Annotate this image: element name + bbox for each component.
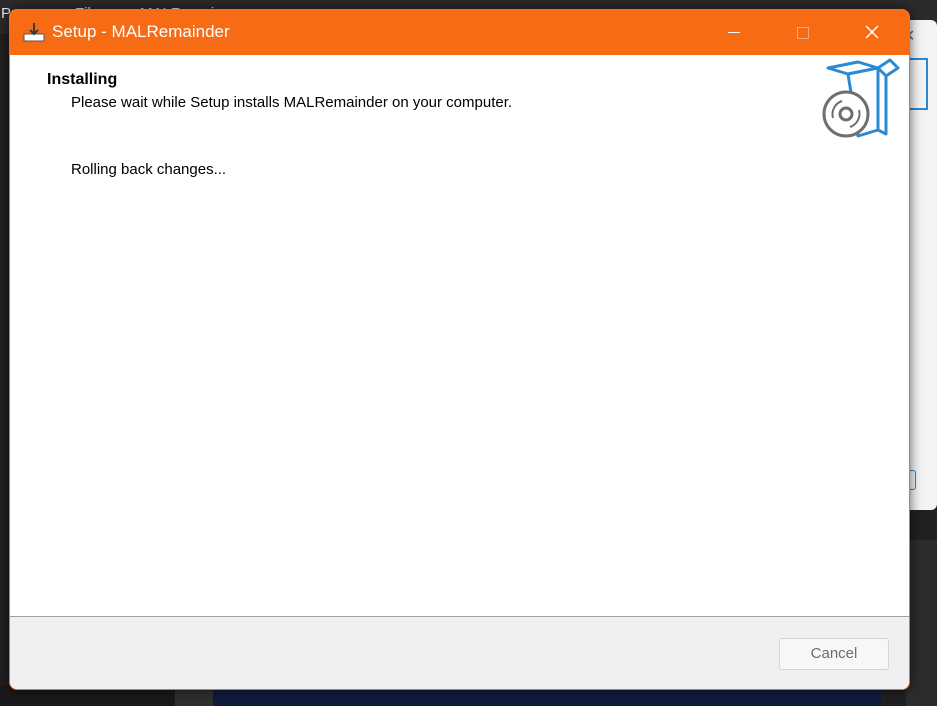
minimize-icon: [728, 32, 740, 33]
title-bar[interactable]: Setup - MALRemainder: [10, 10, 909, 55]
close-icon: [865, 25, 879, 39]
window-title: Setup - MALRemainder: [52, 22, 230, 41]
wizard-page: Installing Please wait while Setup insta…: [10, 55, 909, 617]
page-title: Installing: [47, 71, 118, 88]
setup-dialog: Setup - MALRemainder Installing Please w…: [9, 9, 910, 690]
button-bar: Cancel: [10, 617, 909, 689]
page-description: Please wait while Setup installs MALRema…: [71, 94, 513, 111]
background-panel: [906, 540, 937, 706]
maximize-button: [774, 10, 830, 55]
installer-icon: [23, 23, 45, 42]
minimize-button[interactable]: [706, 10, 762, 55]
maximize-icon: [797, 27, 809, 39]
cancel-button[interactable]: Cancel: [779, 638, 889, 670]
status-text: Rolling back changes...: [71, 161, 227, 178]
close-button[interactable]: [844, 10, 900, 55]
box-disc-icon: [822, 58, 900, 138]
background-box-icon: [908, 58, 928, 110]
